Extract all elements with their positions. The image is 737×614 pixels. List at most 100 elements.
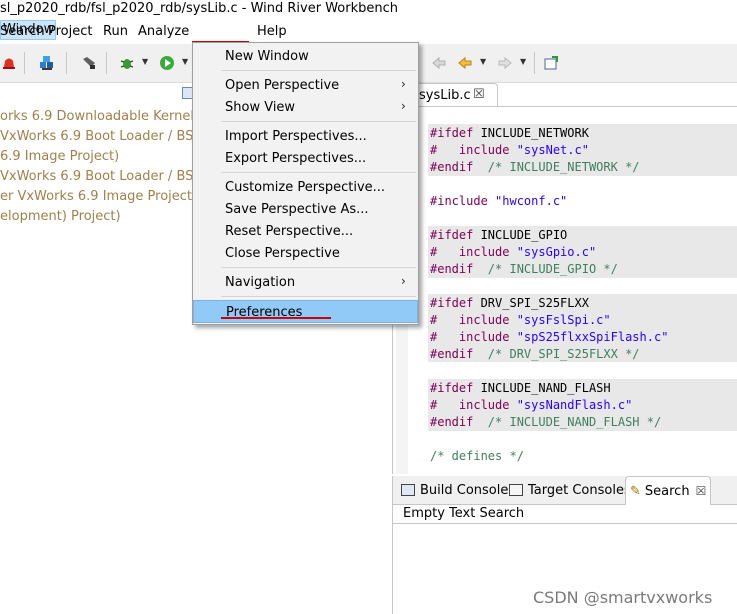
menu-item-navigation[interactable]: Navigation › [193,271,418,293]
chevron-down-icon[interactable]: ▼ [480,57,486,66]
menu-item-export-perspectives[interactable]: Export Perspectives... [193,147,418,169]
tab-search-label: Search [644,483,690,499]
close-icon[interactable]: ☒ [473,87,485,102]
debug-icon[interactable] [118,54,136,72]
menu-item-label: Navigation [225,275,296,290]
code-token: "hwconf.c" [487,194,568,208]
back-history-icon[interactable] [430,54,448,72]
tree-item[interactable]: VxWorks 6.9 Boot Loader / BSP [0,129,201,144]
tab-search[interactable]: ✎ Search ☒ [625,476,712,505]
code-token: # include [430,330,510,344]
chevron-down-icon[interactable]: ▼ [182,57,188,66]
menu-separator [221,70,416,71]
menu-help[interactable]: Help [257,24,287,39]
code-line: #include "hwconf.c" [430,194,567,208]
menu-item-label: Reset Perspective... [225,224,354,239]
code-token: INCLUDE_NETWORK [473,126,589,140]
code-line: # include "spS25flxxSpiFlash.c" [430,330,668,344]
code-line: #ifdef INCLUDE_NAND_FLASH [430,381,611,395]
menu-bar: Search Project Run Analyze Window Help [0,20,737,42]
code-token: #include [430,194,488,208]
code-token: #endif [430,262,474,276]
menu-item-save-perspective-as[interactable]: Save Perspective As... [193,198,418,220]
code-token: /* INCLUDE_NETWORK */ [473,160,640,174]
code-token: DRV_SPI_S25FLXX [473,296,589,310]
code-token: INCLUDE_GPIO [473,228,568,242]
build-icon[interactable] [38,54,56,72]
tree-item[interactable]: elopment) Project) [0,209,121,224]
code-token: #endif [430,415,474,429]
menu-item-open-perspective[interactable]: Open Perspective › [193,74,418,96]
target-icon[interactable] [80,54,98,72]
menu-item-label: Open Perspective [225,78,340,93]
tree-item[interactable]: VxWorks 6.9 Boot Loader / BSP [0,169,201,184]
toolbar-separator [106,52,107,74]
chevron-down-icon[interactable]: ▼ [142,57,148,66]
code-token: "sysGpio.c" [509,245,597,259]
menu-item-reset-perspective[interactable]: Reset Perspective... [193,220,418,242]
pin-editor-icon[interactable] [542,54,560,72]
code-token: #ifdef [430,296,474,310]
menu-item-label: New Window [225,49,309,64]
menu-analyze[interactable]: Analyze [138,24,189,39]
code-token: # include [430,143,510,157]
watermark: CSDN @smartvxworks [533,588,713,607]
code-line: /* defines */ [430,449,524,463]
menu-item-preferences[interactable]: Preferences [193,300,418,323]
code-token: INCLUDE_NAND_FLASH [473,381,611,395]
code-token: /* INCLUDE_NAND_FLASH */ [473,415,662,429]
menu-item-label: Export Perspectives... [225,151,367,166]
code-line: # include "sysNet.c" [430,143,589,157]
tab-target-consoles[interactable]: Target Consoles [509,476,631,504]
editor-tab-syslib[interactable]: sysLib.c ☒ [414,83,498,107]
code-line: #endif /* DRV_SPI_S25FLXX */ [430,347,640,361]
toolbar-separator [24,52,25,74]
menu-item-import-perspectives[interactable]: Import Perspectives... [193,125,418,147]
menu-separator [221,267,416,268]
code-line: # include "sysNandFlash.c" [430,398,632,412]
tree-item[interactable]: 6.9 Image Project) [0,149,119,164]
code-line: #ifdef INCLUDE_NETWORK [430,126,589,140]
menu-item-customize-perspective[interactable]: Customize Perspective... [193,176,418,198]
code-token: #ifdef [430,381,474,395]
tree-item[interactable]: er VxWorks 6.9 Image Project) [0,189,197,204]
code-token: # include [430,398,510,412]
menu-item-show-view[interactable]: Show View › [193,96,418,118]
editor-tab-label: sysLib.c [419,88,471,103]
window-menu-dropdown: New Window Open Perspective › Show View … [192,42,419,325]
back-arrow-icon[interactable] [456,54,474,72]
menu-item-label: Import Perspectives... [225,129,367,144]
menu-item-close-perspective[interactable]: Close Perspective [193,242,418,264]
menu-window-label: Window [3,22,55,37]
chevron-down-icon[interactable]: ▼ [520,57,526,66]
menu-separator [221,172,416,173]
code-token: #ifdef [430,228,474,242]
code-line: #endif /* INCLUDE_NAND_FLASH */ [430,415,661,429]
tab-build-console[interactable]: Build Console [401,476,508,504]
code-line: #endif /* INCLUDE_GPIO */ [430,262,618,276]
code-token: #ifdef [430,126,474,140]
run-icon[interactable] [158,54,176,72]
menu-item-new-window[interactable]: New Window [193,45,418,67]
tab-target-consoles-label: Target Consoles [528,482,631,498]
code-token: # include [430,313,510,327]
editor-tab-bar: sysLib.c ☒ [392,83,737,107]
code-line: #endif /* INCLUDE_NETWORK */ [430,160,640,174]
alarm-icon[interactable] [0,54,18,72]
menu-run[interactable]: Run [103,24,128,39]
close-icon[interactable]: ☒ [696,484,707,498]
chevron-right-icon: › [401,99,406,113]
code-token: /* DRV_SPI_S25FLXX */ [473,347,640,361]
code-token: /* INCLUDE_GPIO */ [473,262,618,276]
chevron-right-icon: › [401,274,406,288]
menu-separator [221,121,416,122]
forward-arrow-icon[interactable] [496,54,514,72]
code-line: #ifdef INCLUDE_GPIO [430,228,567,242]
menu-project[interactable]: Project [48,24,92,39]
code-token: # include [430,245,510,259]
code-token: /* defines */ [430,449,524,463]
code-line: # include "sysFslSpi.c" [430,313,611,327]
code-token: "sysFslSpi.c" [509,313,611,327]
search-icon: ✎ [630,483,641,499]
tree-item[interactable]: orks 6.9 Downloadable Kernel M [0,109,209,124]
